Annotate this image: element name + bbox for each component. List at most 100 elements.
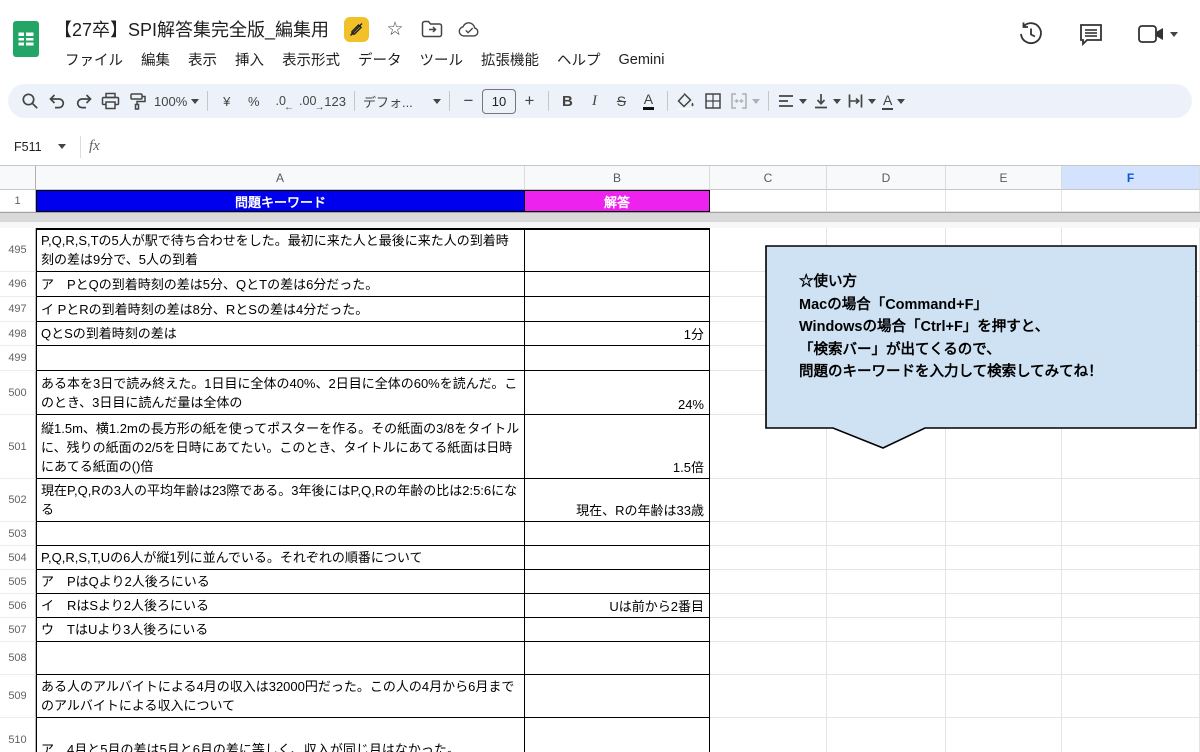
cell[interactable] xyxy=(827,546,946,570)
cell-answer-B502[interactable]: 現在、Rの年齢は33歳 xyxy=(525,479,710,522)
video-call-control[interactable] xyxy=(1137,23,1178,45)
horizontal-align-button[interactable] xyxy=(774,87,810,115)
column-header-C[interactable]: C xyxy=(710,166,827,190)
cell[interactable] xyxy=(1062,522,1200,546)
cell-answer-header[interactable]: 解答 xyxy=(525,190,710,212)
cell-question-A501[interactable]: 縦1.5m、横1.2mの長方形の紙を使ってポスターを作る。その紙面の3/8をタイ… xyxy=(36,415,525,479)
cell[interactable] xyxy=(827,190,946,212)
cell-question-A507[interactable]: ウ TはUより3人後ろにいる xyxy=(36,618,525,642)
cell[interactable] xyxy=(710,642,827,675)
select-all-corner[interactable] xyxy=(0,166,36,190)
menu-item-ツール[interactable]: ツール xyxy=(411,45,473,74)
cell[interactable] xyxy=(946,570,1062,594)
cell-question-A499[interactable] xyxy=(36,346,525,371)
cell[interactable] xyxy=(827,642,946,675)
menu-item-表示[interactable]: 表示 xyxy=(179,45,226,74)
percent-format-button[interactable]: % xyxy=(240,87,267,115)
column-header-D[interactable]: D xyxy=(827,166,946,190)
row-number[interactable]: 502 xyxy=(0,479,36,522)
zoom-select[interactable]: 100% xyxy=(151,87,202,115)
cell[interactable] xyxy=(827,570,946,594)
merge-cells-button[interactable] xyxy=(727,87,763,115)
strikethrough-button[interactable]: S xyxy=(608,87,635,115)
row-number[interactable]: 503 xyxy=(0,522,36,546)
cell-question-A496[interactable]: ア PとQの到着時刻の差は5分、QとTの差は6分だった。 xyxy=(36,272,525,297)
cell[interactable] xyxy=(1062,618,1200,642)
cell[interactable] xyxy=(827,594,946,618)
formula-input[interactable] xyxy=(100,128,1200,165)
cell[interactable] xyxy=(1062,546,1200,570)
name-box[interactable]: F511 xyxy=(0,140,72,154)
redo-button[interactable] xyxy=(70,87,97,115)
cloud-saved-icon[interactable] xyxy=(458,18,480,40)
cell-answer-B499[interactable] xyxy=(525,346,710,371)
row-number[interactable]: 507 xyxy=(0,618,36,642)
font-select[interactable]: デフォ... xyxy=(360,87,444,115)
cell[interactable] xyxy=(1062,594,1200,618)
cell[interactable] xyxy=(1062,570,1200,594)
column-header-F[interactable]: F xyxy=(1062,166,1200,190)
cell-answer-B507[interactable] xyxy=(525,618,710,642)
cell[interactable] xyxy=(946,594,1062,618)
decrease-font-size-button[interactable]: − xyxy=(455,87,482,115)
cell[interactable] xyxy=(946,642,1062,675)
cell-answer-B504[interactable] xyxy=(525,546,710,570)
borders-button[interactable] xyxy=(700,87,727,115)
star-icon[interactable]: ☆ xyxy=(384,18,406,40)
cell[interactable] xyxy=(946,190,1062,212)
cell-question-A505[interactable]: ア PはQより2人後ろにいる xyxy=(36,570,525,594)
cell[interactable] xyxy=(827,522,946,546)
row-number[interactable]: 495 xyxy=(0,228,36,272)
column-header-E[interactable]: E xyxy=(946,166,1062,190)
row-number[interactable]: 1 xyxy=(0,190,36,212)
cell-answer-B509[interactable] xyxy=(525,675,710,718)
menu-item-データ[interactable]: データ xyxy=(349,45,411,74)
cell[interactable] xyxy=(946,675,1062,718)
menu-item-編集[interactable]: 編集 xyxy=(132,45,179,74)
text-color-button[interactable]: A xyxy=(635,87,662,115)
cell[interactable] xyxy=(827,479,946,522)
cell[interactable] xyxy=(710,546,827,570)
font-size-input[interactable]: 10 xyxy=(482,89,516,114)
cell-question-A510[interactable]: ア 4月と5月の差は5月と6月の差に等しく、収入が同じ月はなかった。 xyxy=(36,718,525,752)
menu-item-ヘルプ[interactable]: ヘルプ xyxy=(548,45,610,74)
row-number[interactable]: 497 xyxy=(0,297,36,322)
cell-answer-B503[interactable] xyxy=(525,522,710,546)
cell-answer-B505[interactable] xyxy=(525,570,710,594)
row-number[interactable]: 496 xyxy=(0,272,36,297)
cell-question-A500[interactable]: ある本を3日で読み終えた。1日目に全体の40%、2日目に全体の60%を読んだ。こ… xyxy=(36,371,525,415)
menu-item-ファイル[interactable]: ファイル xyxy=(56,45,132,74)
move-folder-icon[interactable] xyxy=(421,18,443,40)
version-history-icon[interactable] xyxy=(1017,20,1045,48)
menu-item-挿入[interactable]: 挿入 xyxy=(226,45,273,74)
cell[interactable] xyxy=(710,675,827,718)
text-wrap-button[interactable] xyxy=(844,87,879,115)
cell-answer-B501[interactable]: 1.5倍 xyxy=(525,415,710,479)
document-title[interactable]: 【27卒】SPI解答集完全版_編集用 xyxy=(54,16,329,42)
fill-color-button[interactable] xyxy=(673,87,700,115)
cell[interactable] xyxy=(827,618,946,642)
decrease-decimal-button[interactable]: .0← xyxy=(267,87,294,115)
print-button[interactable] xyxy=(97,87,124,115)
row-number[interactable]: 506 xyxy=(0,594,36,618)
italic-button[interactable]: I xyxy=(581,87,608,115)
cell[interactable] xyxy=(710,570,827,594)
cell[interactable] xyxy=(1062,190,1200,212)
row-number[interactable]: 498 xyxy=(0,322,36,346)
usage-callout[interactable]: ☆使い方Macの場合「Command+F」Windowsの場合「Ctrl+F」を… xyxy=(765,245,1199,451)
row-number[interactable]: 504 xyxy=(0,546,36,570)
cell[interactable] xyxy=(946,479,1062,522)
cell-question-A506[interactable]: イ RはSより2人後ろにいる xyxy=(36,594,525,618)
cell-keyword-header[interactable]: 問題キーワード xyxy=(36,190,525,212)
text-rotation-button[interactable]: A xyxy=(879,87,908,115)
more-formats-button[interactable]: 123 xyxy=(321,87,349,115)
row-number[interactable]: 505 xyxy=(0,570,36,594)
cell[interactable] xyxy=(1062,675,1200,718)
cell[interactable] xyxy=(946,546,1062,570)
cell-question-A504[interactable]: P,Q,R,S,T,Uの6人が縦1列に並んでいる。それぞれの順番について xyxy=(36,546,525,570)
comments-icon[interactable] xyxy=(1077,20,1105,48)
cell[interactable] xyxy=(710,190,827,212)
cell[interactable] xyxy=(710,522,827,546)
cell-answer-B496[interactable] xyxy=(525,272,710,297)
paint-format-button[interactable] xyxy=(124,87,151,115)
